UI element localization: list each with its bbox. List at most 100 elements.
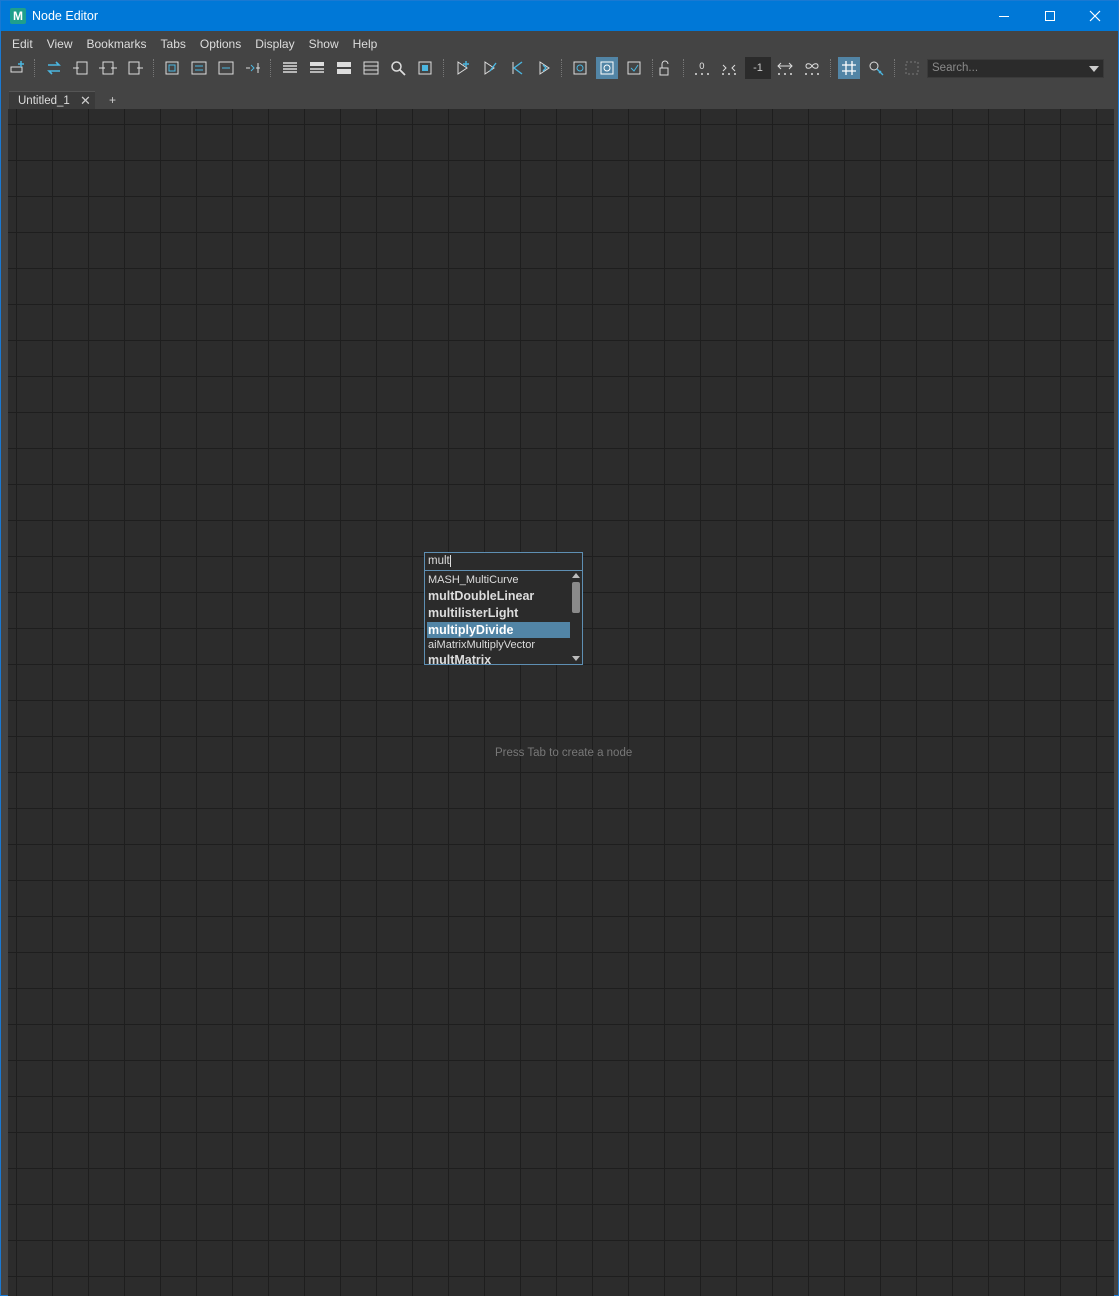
expand-arrows-icon: [777, 62, 793, 75]
menu-view[interactable]: View: [40, 34, 80, 54]
suggestion-item[interactable]: multilisterLight: [427, 605, 570, 621]
next-pin-button[interactable]: [533, 57, 555, 79]
tab-untitled-1[interactable]: Untitled_1 ✕: [9, 91, 95, 109]
menu-options[interactable]: Options: [193, 34, 248, 54]
menu-show[interactable]: Show: [302, 34, 346, 54]
scrollbar-thumb[interactable]: [572, 582, 580, 613]
next-pin-icon: [539, 61, 550, 75]
input-connections-icon: [73, 61, 88, 75]
edit-pin-icon: [484, 61, 497, 75]
depth-zero-icon: 0: [695, 62, 709, 75]
pin-selected-button[interactable]: [452, 57, 474, 79]
io-connections-icon: [99, 61, 117, 75]
menu-tabs[interactable]: Tabs: [154, 34, 193, 54]
toolbar-separator: [683, 59, 685, 77]
menu-bar: Edit View Bookmarks Tabs Options Display…: [5, 34, 1115, 54]
input-connections-button[interactable]: [70, 57, 92, 79]
suggestion-item[interactable]: multDoubleLinear: [427, 588, 570, 604]
infinite-depth-button[interactable]: [801, 57, 823, 79]
scroll-up-arrow-icon[interactable]: [572, 573, 580, 578]
node-editor-window: M Node Editor Edit View Bookmarks Tabs O…: [0, 0, 1119, 1296]
simple-mode-button[interactable]: [279, 57, 301, 79]
minimize-button[interactable]: [981, 1, 1027, 31]
output-connections-button[interactable]: [124, 57, 146, 79]
expand-depth-button[interactable]: [774, 57, 796, 79]
suggestion-item-selected[interactable]: multiplyDivide: [427, 622, 570, 638]
frame-hierarchy-icon: [218, 61, 234, 75]
depth-arrows-icon: [722, 64, 736, 75]
graph-connections-icon: [600, 61, 614, 75]
suggestion-item[interactable]: multMatrix: [427, 652, 570, 668]
edit-pin-button[interactable]: [479, 57, 501, 79]
custom-mode-button[interactable]: [360, 57, 382, 79]
snap-grid-icon: [869, 61, 884, 76]
close-icon: [1089, 10, 1101, 22]
attribute-filter-button[interactable]: [387, 57, 409, 79]
menu-edit[interactable]: Edit: [5, 34, 40, 54]
toggle-grid-button[interactable]: [838, 57, 860, 79]
toolbar-separator: [830, 59, 832, 77]
canvas-hint: Press Tab to create a node: [495, 747, 633, 759]
graph-selected-button[interactable]: [569, 57, 591, 79]
toolbar-separator: [153, 59, 155, 77]
dashed-frame-icon: [905, 61, 919, 75]
simple-mode-icon: [283, 62, 297, 73]
infinity-icon: [805, 63, 819, 75]
graph-upstream-icon: [627, 61, 641, 75]
add-selected-nodes-button[interactable]: [7, 57, 29, 79]
graph-connections-button[interactable]: [596, 57, 618, 79]
frame-all-button[interactable]: [161, 57, 183, 79]
swatch-toggle-button[interactable]: [414, 57, 436, 79]
frame-selected-icon: [191, 61, 207, 75]
layout-button[interactable]: [242, 57, 264, 79]
grid-icon: [842, 61, 856, 75]
node-search-input[interactable]: mult: [424, 552, 583, 571]
lock-button[interactable]: [654, 57, 676, 79]
search-field[interactable]: Search...: [927, 59, 1104, 78]
frame-selected-button[interactable]: [188, 57, 210, 79]
close-button[interactable]: [1072, 1, 1118, 31]
swap-graph-button[interactable]: [43, 57, 65, 79]
lock-icon: [659, 60, 669, 76]
maya-app-icon: M: [10, 8, 26, 24]
chevron-down-icon[interactable]: [1089, 66, 1099, 72]
input-output-connections-button[interactable]: [97, 57, 119, 79]
suggestion-item[interactable]: aiMatrixMultiplyVector: [427, 638, 570, 653]
graph-canvas[interactable]: Press Tab to create a node mult MASH_Mul…: [8, 109, 1114, 1296]
graph-depth-zero-button[interactable]: 0: [691, 57, 713, 79]
output-connections-icon: [128, 61, 143, 75]
tab-bar: Untitled_1 ✕ +: [5, 89, 1115, 109]
graph-upstream-button[interactable]: [623, 57, 645, 79]
add-tab-button[interactable]: +: [109, 91, 116, 109]
toolbar-separator: [894, 59, 896, 77]
scroll-down-arrow-icon[interactable]: [572, 656, 580, 661]
menu-display[interactable]: Display: [248, 34, 301, 54]
node-suggestion-list[interactable]: MASH_MultiCurve multDoubleLinear multili…: [424, 571, 583, 668]
suggestion-item[interactable]: MASH_MultiCurve: [427, 573, 570, 588]
frame-all-icon: [165, 61, 179, 75]
previous-pin-icon: [512, 61, 523, 75]
previous-pin-button[interactable]: [506, 57, 528, 79]
toolbar: 0 -1 Search...: [5, 54, 1115, 82]
add-nodes-icon: [10, 61, 24, 73]
graph-depth-field[interactable]: -1: [745, 57, 771, 79]
snap-to-grid-button[interactable]: [865, 57, 887, 79]
svg-text:0: 0: [699, 62, 705, 72]
frame-hierarchy-button[interactable]: [215, 57, 237, 79]
connected-mode-button[interactable]: [306, 57, 328, 79]
node-search-text: mult: [428, 555, 450, 567]
layout-icon: [246, 63, 260, 73]
full-mode-button[interactable]: [333, 57, 355, 79]
frame-selection-button[interactable]: [901, 57, 923, 79]
search-placeholder: Search...: [932, 62, 979, 74]
tab-close-icon[interactable]: ✕: [80, 92, 91, 110]
maximize-button[interactable]: [1027, 1, 1073, 31]
text-caret: [449, 554, 451, 567]
magnifier-icon: [391, 61, 406, 76]
custom-mode-icon: [363, 61, 379, 75]
menu-help[interactable]: Help: [346, 34, 385, 54]
menu-bookmarks[interactable]: Bookmarks: [79, 34, 153, 54]
graph-depth-button[interactable]: [718, 57, 740, 79]
title-bar[interactable]: M Node Editor: [1, 1, 1118, 31]
create-node-popup: mult MASH_MultiCurve multDoubleLinear mu…: [424, 552, 583, 668]
